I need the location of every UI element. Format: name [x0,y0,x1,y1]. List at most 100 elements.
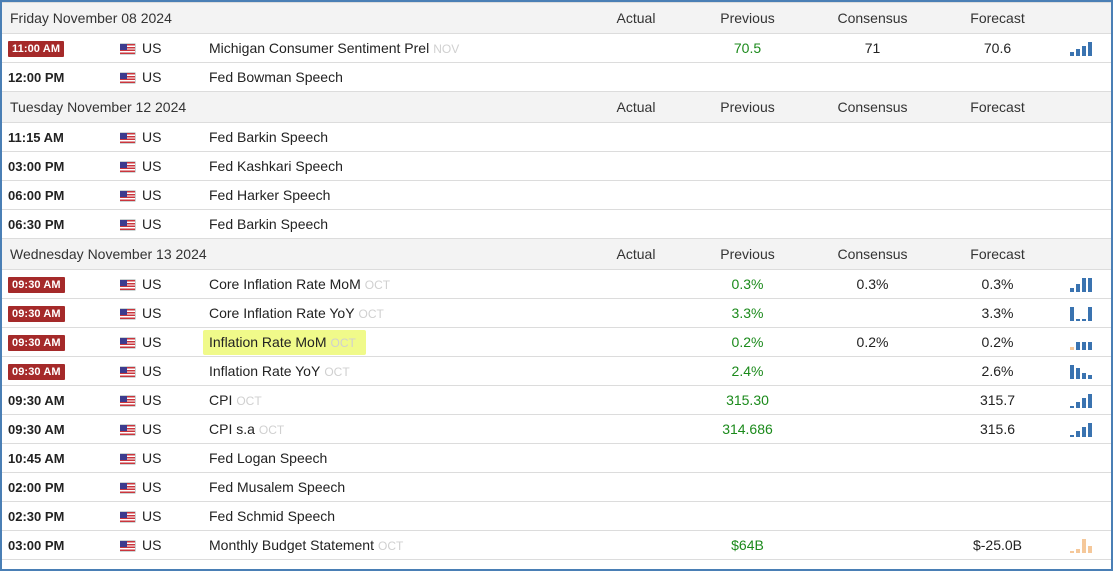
trend-cell[interactable] [1066,530,1111,560]
event-row[interactable]: 09:30 AM US Inflation Rate MoM OCT 0.2% 0.2% 0… [2,327,1111,357]
event-row[interactable]: 10:45 AM US Fed Logan Speech [2,443,1111,473]
flag-cell [120,385,140,415]
event-cell[interactable]: Fed Musalem Speech [203,472,593,502]
trend-sparkline-icon[interactable] [1070,278,1092,293]
trend-cell[interactable] [1066,269,1111,299]
trend-cell[interactable] [1066,151,1111,181]
event-row[interactable]: 02:00 PM US Fed Musalem Speech [2,472,1111,502]
event-link[interactable]: Fed Barkin Speech [209,129,328,145]
event-link[interactable]: Monthly Budget Statement OCT [209,537,403,553]
trend-bar [1070,406,1074,409]
trend-cell[interactable] [1066,559,1111,569]
forecast-value [929,180,1066,210]
event-cell[interactable]: Inflation Rate YoY OCT [203,356,593,386]
trend-cell[interactable] [1066,122,1111,152]
event-link[interactable]: CPI s.a OCT [209,421,284,437]
event-time-cell: 11:00 AM [2,33,120,63]
event-link[interactable]: API Crude Oil Stock ChangeNOV/08 [209,566,433,569]
trend-sparkline-icon[interactable] [1070,423,1092,438]
trend-cell[interactable] [1066,385,1111,415]
country-code: US [140,327,203,357]
event-cell[interactable]: Fed Barkin Speech [203,122,593,152]
trend-sparkline-icon[interactable] [1070,336,1092,351]
event-row[interactable]: 02:30 PM US Fed Schmid Speech [2,501,1111,531]
event-link[interactable]: Fed Bowman Speech [209,69,343,85]
trend-cell[interactable] [1066,327,1111,357]
trend-cell[interactable] [1066,443,1111,473]
event-name: Fed Harker Speech [209,187,331,203]
event-cell[interactable]: Fed Barkin Speech [203,209,593,239]
trend-cell[interactable] [1066,33,1111,63]
trend-bar [1070,307,1074,322]
event-period: OCT [258,423,285,437]
event-cell[interactable]: Fed Schmid Speech [203,501,593,531]
trend-cell[interactable] [1066,414,1111,444]
event-time-cell: 10:45 AM [2,443,120,473]
event-cell[interactable]: Fed Harker Speech [203,180,593,210]
flag-cell [120,33,140,63]
trend-sparkline-icon[interactable] [1070,307,1092,322]
event-cell[interactable]: Monthly Budget Statement OCT [203,530,593,560]
trend-sparkline-icon[interactable] [1070,394,1092,409]
event-cell[interactable]: Inflation Rate MoM OCT [203,327,593,357]
event-row[interactable]: 12:00 PM US Fed Bowman Speech [2,62,1111,92]
event-cell[interactable]: Fed Logan Speech [203,443,593,473]
country-code: US [140,530,203,560]
event-link[interactable]: Fed Barkin Speech [209,216,328,232]
event-cell[interactable]: Fed Bowman Speech [203,62,593,92]
forecast-value [929,559,1066,569]
consensus-column-header: Consensus [816,2,929,34]
event-link[interactable]: Michigan Consumer Sentiment Prel NOV [209,40,459,56]
event-cell[interactable]: API Crude Oil Stock ChangeNOV/08 [203,559,593,569]
trend-cell[interactable] [1066,209,1111,239]
event-cell[interactable]: Fed Kashkari Speech [203,151,593,181]
trend-bar [1076,284,1080,293]
event-cell[interactable]: Michigan Consumer Sentiment Prel NOV [203,33,593,63]
event-link[interactable]: Inflation Rate YoY OCT [209,363,350,379]
date-heading: Friday November 08 2024 [2,2,593,34]
event-row[interactable]: 11:00 AM US Michigan Consumer Sentiment Pr… [2,33,1111,63]
trend-cell[interactable] [1066,298,1111,328]
event-cell[interactable]: CPI OCT [203,385,593,415]
event-link[interactable]: Inflation Rate MoM OCT [203,330,366,355]
trend-bar [1076,342,1080,351]
event-link[interactable]: Core Inflation Rate MoM OCT [209,276,390,292]
event-link[interactable]: CPI OCT [209,392,262,408]
event-link[interactable]: Core Inflation Rate YoY OCT [209,305,384,321]
trend-cell[interactable] [1066,180,1111,210]
event-row[interactable]: 11:15 AM US Fed Barkin Speech [2,122,1111,152]
event-cell[interactable]: CPI s.a OCT [203,414,593,444]
event-row[interactable]: 05:30 PM US API Crude Oil Stock ChangeNOV/… [2,559,1111,569]
trend-cell[interactable] [1066,472,1111,502]
event-row[interactable]: 06:00 PM US Fed Harker Speech [2,180,1111,210]
event-time-cell: 05:30 PM [2,559,120,569]
event-row[interactable]: 09:30 AM US CPI s.a OCT 314.686 315.6 [2,414,1111,444]
actual-value [593,472,679,502]
event-link[interactable]: Fed Musalem Speech [209,479,345,495]
event-period: OCT [364,278,391,292]
event-name: CPI s.a [209,421,255,437]
event-row[interactable]: 09:30 AM US Core Inflation Rate MoM OCT 0.3%… [2,269,1111,299]
trend-sparkline-icon[interactable] [1070,365,1092,380]
trend-cell[interactable] [1066,501,1111,531]
event-cell[interactable]: Core Inflation Rate YoY OCT [203,298,593,328]
event-row[interactable]: 06:30 PM US Fed Barkin Speech [2,209,1111,239]
trend-sparkline-icon[interactable] [1070,42,1092,57]
trend-cell[interactable] [1066,62,1111,92]
event-link[interactable]: Fed Schmid Speech [209,508,335,524]
event-row[interactable]: 09:30 AM US Core Inflation Rate YoY OCT 3.3%… [2,298,1111,328]
trend-cell[interactable] [1066,356,1111,386]
event-link[interactable]: Fed Logan Speech [209,450,327,466]
event-row[interactable]: 03:00 PM US Fed Kashkari Speech [2,151,1111,181]
event-link[interactable]: Fed Kashkari Speech [209,158,343,174]
trend-sparkline-icon[interactable] [1070,539,1092,554]
actual-value [593,385,679,415]
previous-value [679,151,816,181]
event-row[interactable]: 09:30 AM US CPI OCT 315.30 315.7 [2,385,1111,415]
actual-value [593,501,679,531]
event-link[interactable]: Fed Harker Speech [209,187,330,203]
event-cell[interactable]: Core Inflation Rate MoM OCT [203,269,593,299]
event-row[interactable]: 09:30 AM US Inflation Rate YoY OCT 2.4% 2.6% [2,356,1111,386]
event-row[interactable]: 03:00 PM US Monthly Budget Statement OCT $64… [2,530,1111,560]
previous-value [679,209,816,239]
